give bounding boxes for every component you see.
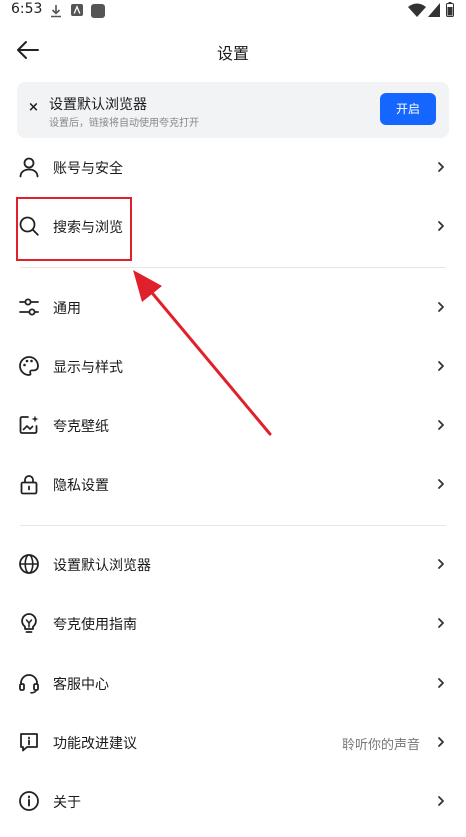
page-title: 设置 [216, 44, 249, 63]
annotation-arrow-icon [133, 270, 272, 436]
chevron-right-icon [438, 559, 444, 569]
close-icon[interactable]: × [28, 100, 39, 115]
feedback-icon [20, 733, 38, 752]
settings-item-label: 隐私设置 [53, 478, 109, 494]
sliders-icon [19, 298, 39, 316]
headset-icon [19, 674, 39, 694]
header: 设置 [0, 30, 466, 70]
wifi-icon [408, 3, 426, 17]
settings-item-label: 通用 [53, 301, 81, 317]
chevron-right-icon [438, 361, 444, 371]
enable-button[interactable]: 开启 [380, 93, 436, 125]
status-time: 6:53 [11, 1, 43, 17]
settings-item-label: 设置默认浏览器 [53, 558, 151, 574]
settings-item-privacy[interactable]: 隐私设置 [0, 457, 466, 513]
settings-item-label: 关于 [53, 795, 81, 811]
settings-item-label: 夸克壁纸 [53, 419, 109, 435]
battery-icon [446, 2, 454, 17]
globe-icon [19, 554, 39, 574]
settings-item-user-guide[interactable]: 夸克使用指南 [0, 596, 466, 652]
cell-signal-icon [428, 3, 440, 17]
chevron-right-icon [438, 737, 444, 747]
settings-item-label: 客服中心 [53, 677, 109, 693]
chevron-right-icon [438, 420, 444, 430]
notification-a-icon [71, 4, 83, 16]
highlight-box [16, 197, 132, 261]
info-icon [19, 791, 39, 811]
chevron-right-icon [438, 302, 444, 312]
settings-item-label: 显示与样式 [53, 360, 123, 376]
status-bar: 6:53 [0, 0, 466, 22]
settings-item-default-browser[interactable]: 设置默认浏览器 [0, 537, 466, 593]
banner-title: 设置默认浏览器 [49, 97, 147, 113]
chevron-right-icon [438, 479, 444, 489]
settings-item-label: 账号与安全 [53, 161, 123, 177]
section-divider [20, 525, 446, 526]
lock-icon [20, 475, 38, 495]
palette-icon [19, 356, 39, 376]
app-notification-icon [91, 4, 105, 18]
chevron-right-icon [438, 796, 444, 806]
settings-item-label: 功能改进建议 [53, 736, 137, 752]
lightbulb-icon [21, 613, 37, 633]
feedback-hint: 聆听你的声音 [341, 738, 420, 753]
default-browser-banner: × 设置默认浏览器 设置后，链接将自动使用夸克打开 开启 [17, 82, 449, 138]
chevron-right-icon [438, 221, 444, 231]
chevron-right-icon [438, 618, 444, 628]
settings-item-customer-service[interactable]: 客服中心 [0, 656, 466, 712]
settings-item-label: 夸克使用指南 [53, 617, 137, 633]
banner-subtitle: 设置后，链接将自动使用夸克打开 [49, 118, 199, 129]
settings-item-about[interactable]: 关于 [0, 774, 466, 830]
download-icon [51, 5, 61, 18]
user-icon [19, 157, 39, 178]
chevron-right-icon [438, 162, 444, 172]
settings-item-feedback[interactable]: 功能改进建议 聆听你的声音 [0, 715, 466, 771]
chevron-right-icon [438, 678, 444, 688]
settings-item-account-security[interactable]: 账号与安全 [0, 140, 466, 196]
wallpaper-icon [19, 415, 39, 434]
